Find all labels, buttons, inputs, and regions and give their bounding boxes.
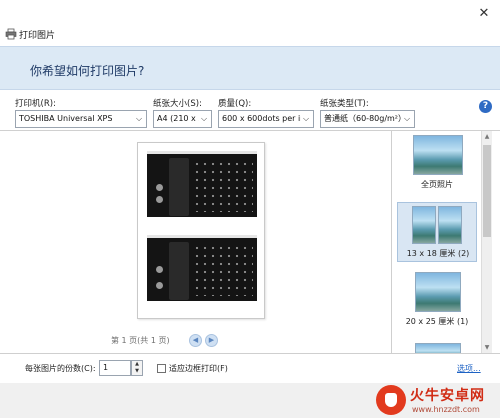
- watermark-url: www.hnzzdt.com: [412, 405, 480, 414]
- prev-page-icon: ◀: [192, 336, 199, 344]
- title-bar: ✕ 打印图片: [0, 0, 500, 46]
- preview-image-2: [147, 235, 257, 301]
- paper-type-label: 纸张类型(T):: [320, 99, 369, 109]
- paper-type-select[interactable]: 普通纸（60-80g/m²） ⌵: [320, 110, 415, 128]
- layout-list: 全页照片 13 x 18 厘米 (2) 20 x 25 厘米 (1): [393, 131, 481, 353]
- chevron-down-icon: ⌵: [134, 111, 144, 127]
- watermark-logo-icon: [376, 385, 406, 415]
- paper-type-select-value: 普通纸（60-80g/m²）: [324, 114, 407, 123]
- quality-select[interactable]: 600 x 600dots per in ⌵: [218, 110, 314, 128]
- stepper-down-icon[interactable]: ▼: [132, 368, 142, 375]
- fit-to-frame-label: 适应边框打印(F): [169, 364, 228, 373]
- image-grid: [193, 244, 253, 296]
- printer-icon: [5, 28, 17, 40]
- layout-label: 13 x 18 厘米 (2): [406, 249, 470, 258]
- watermark: 火牛安卓网 www.hnzzdt.com: [376, 384, 500, 418]
- printer-select[interactable]: TOSHIBA Universal XPS ⌵: [15, 110, 147, 128]
- chevron-down-icon: ⌵: [199, 111, 209, 127]
- window-title: 打印图片: [19, 31, 56, 41]
- image-dot: [156, 184, 163, 191]
- layout-thumbnail: [415, 343, 461, 353]
- layout-thumbnail: [415, 272, 461, 312]
- preview-image-1: [147, 151, 257, 217]
- layout-thumbnail: [413, 135, 463, 175]
- prev-page-button[interactable]: ◀: [189, 334, 202, 347]
- layout-item-partial[interactable]: [397, 343, 477, 353]
- layout-item-13x18[interactable]: 13 x 18 厘米 (2): [397, 202, 477, 262]
- scroll-thumb[interactable]: [483, 145, 491, 237]
- quality-label: 质量(Q):: [218, 99, 252, 109]
- image-panel: [169, 242, 189, 300]
- copies-label: 每张图片的份数(C):: [25, 364, 96, 373]
- preview-page: [137, 142, 265, 319]
- layout-item-full-page[interactable]: 全页照片: [397, 133, 477, 193]
- help-icon: ?: [482, 101, 489, 111]
- next-page-button[interactable]: ▶: [205, 334, 218, 347]
- layout-thumbnail: [412, 206, 436, 244]
- stepper-up-icon[interactable]: ▲: [132, 361, 142, 368]
- fit-to-frame-checkbox[interactable]: [157, 364, 166, 373]
- chevron-down-icon: ⌵: [402, 111, 412, 127]
- help-button[interactable]: ?: [479, 100, 492, 113]
- image-dot: [156, 266, 163, 273]
- image-dot: [156, 282, 163, 289]
- paper-size-select-value: A4 (210 x 2: [157, 114, 204, 123]
- close-icon: ✕: [478, 6, 490, 21]
- paper-size-label: 纸张大小(S):: [153, 99, 202, 109]
- image-grid: [193, 160, 253, 212]
- watermark-name: 火牛安卓网: [410, 388, 485, 404]
- options-link[interactable]: 选项...: [457, 363, 481, 374]
- footer-bar: 每张图片的份数(C): 1 ▲ ▼ 适应边框打印(F) 选项...: [0, 353, 500, 383]
- header-banner: 你希望如何打印图片?: [0, 46, 500, 90]
- layout-label: 全页照片: [421, 180, 453, 189]
- copies-value: 1: [103, 363, 109, 372]
- image-panel: [169, 158, 189, 216]
- scroll-up-icon[interactable]: ▲: [482, 131, 492, 142]
- layout-label: 20 x 25 厘米 (1): [405, 317, 469, 326]
- layout-item-20x25[interactable]: 20 x 25 厘米 (1): [397, 270, 477, 330]
- quality-select-value: 600 x 600dots per in: [222, 114, 306, 123]
- copies-input[interactable]: 1: [99, 360, 131, 376]
- page-indicator: 第 1 页(共 1 页): [111, 336, 170, 345]
- paper-size-select[interactable]: A4 (210 x 2 ⌵: [153, 110, 212, 128]
- printer-select-value: TOSHIBA Universal XPS: [19, 114, 113, 123]
- image-dot: [156, 196, 163, 203]
- printer-label: 打印机(R):: [15, 99, 56, 109]
- close-button[interactable]: ✕: [474, 4, 494, 24]
- chevron-down-icon: ⌵: [301, 111, 311, 127]
- copies-stepper[interactable]: ▲ ▼: [131, 360, 143, 376]
- scroll-down-icon[interactable]: ▼: [482, 342, 492, 353]
- layout-thumbnail: [438, 206, 462, 244]
- next-page-icon: ▶: [208, 336, 215, 344]
- print-preview: 第 1 页(共 1 页) ◀ ▶: [0, 131, 392, 353]
- page-title: 你希望如何打印图片?: [30, 64, 145, 78]
- layout-scrollbar[interactable]: ▲ ▼: [481, 131, 492, 353]
